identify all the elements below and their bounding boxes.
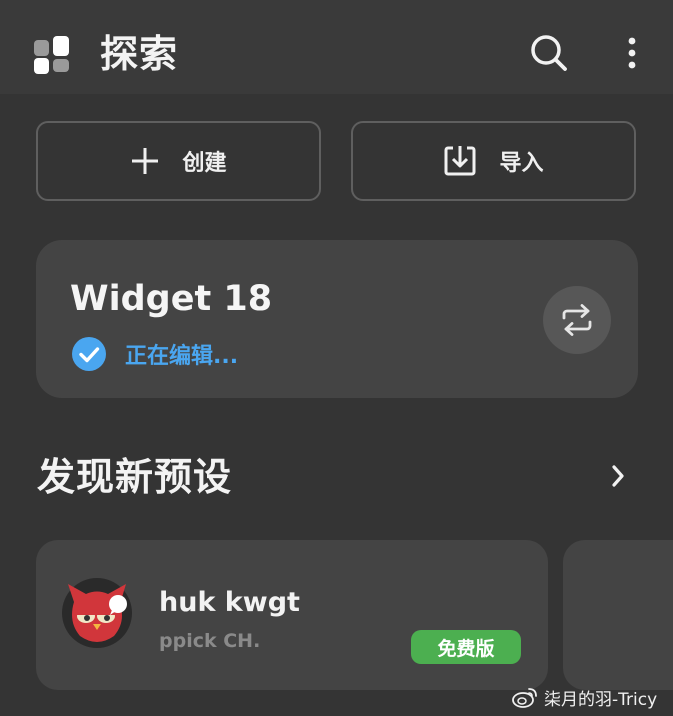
check-circle-icon [72, 337, 106, 371]
preset-card[interactable]: huk kwgt ppick CH. 免费版 [36, 540, 548, 690]
weibo-watermark: 柒月的羽-Tricy [512, 684, 657, 710]
current-widget-card[interactable]: Widget 18 正在编辑... [36, 240, 638, 398]
chevron-right-icon [612, 465, 624, 487]
download-icon [443, 144, 477, 178]
page-title: 探索 [100, 32, 179, 76]
watermark-text: 柒月的羽-Tricy [544, 689, 658, 710]
grid-apps-icon[interactable] [34, 36, 72, 74]
create-button[interactable]: 创建 [36, 121, 321, 201]
preset-name: huk kwgt [159, 587, 300, 618]
app-screen: 探索 创建 导入 Widget 18 正在编辑... 发现新预设 huk kwg… [0, 0, 673, 716]
create-label: 创建 [182, 151, 227, 176]
preset-card-next[interactable] [563, 540, 673, 690]
more-vertical-icon [628, 37, 636, 69]
import-button[interactable]: 导入 [351, 121, 636, 201]
discover-section-title: 发现新预设 [37, 455, 233, 499]
free-badge: 免费版 [411, 630, 521, 664]
search-icon [531, 35, 567, 71]
preset-author: ppick CH. [159, 630, 261, 652]
widget-title: Widget 18 [70, 279, 273, 319]
status-text: 正在编辑... [125, 344, 239, 369]
plus-icon [130, 146, 160, 176]
switch-widget-button[interactable] [543, 286, 611, 354]
search-button[interactable] [527, 31, 571, 75]
swap-icon [562, 304, 592, 336]
import-label: 导入 [499, 151, 544, 176]
weibo-icon [512, 688, 537, 708]
discover-more-button[interactable] [600, 458, 636, 494]
red-bird-avatar [62, 578, 132, 648]
more-options-button[interactable] [610, 31, 654, 75]
top-app-bar: 探索 [0, 0, 673, 94]
widget-status: 正在编辑... [72, 336, 238, 372]
